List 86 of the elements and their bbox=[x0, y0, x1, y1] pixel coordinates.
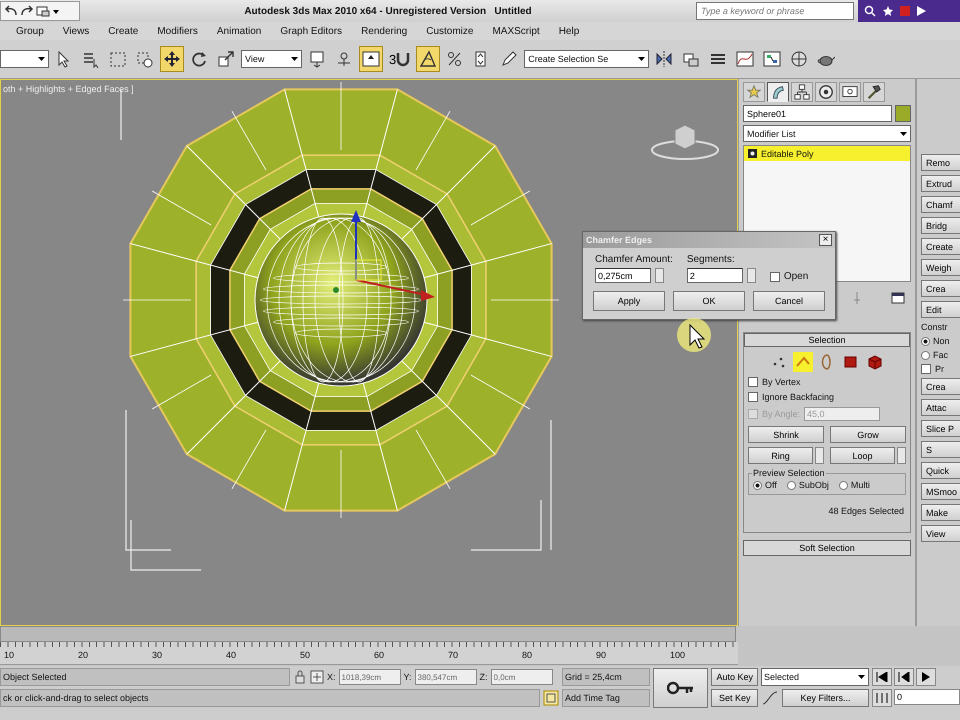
dialog-button[interactable]: Apply bbox=[593, 291, 665, 311]
z-coordinate-field[interactable]: 0,0cm bbox=[490, 669, 553, 685]
panel-button[interactable]: Edit bbox=[921, 301, 960, 318]
x-coordinate-field[interactable]: 1018,39cm bbox=[338, 669, 401, 685]
checkbox-label: Ignore Backfacing bbox=[762, 392, 834, 402]
y-coordinate-field[interactable]: 380,547cm bbox=[414, 669, 477, 685]
set-key-button[interactable]: Set Key bbox=[711, 689, 758, 707]
toolbar-dropdown[interactable]: View bbox=[241, 50, 302, 68]
selection-button[interactable]: Grow bbox=[830, 426, 906, 443]
panel-button[interactable]: View bbox=[921, 525, 960, 542]
field-label: Segments: bbox=[686, 254, 736, 265]
panel-button[interactable]: Slice P bbox=[921, 420, 960, 437]
frame-tick-label: 30 bbox=[151, 649, 164, 662]
input-field[interactable]: 0,275cm bbox=[595, 268, 651, 283]
frame-tick-label: 70 bbox=[447, 649, 460, 662]
menu-item[interactable]: Rendering bbox=[351, 26, 416, 36]
menu-item[interactable]: Create bbox=[98, 26, 148, 36]
panel-button[interactable]: Crea bbox=[921, 280, 960, 297]
frame-tick-label: 80 bbox=[521, 649, 534, 662]
object-name-field[interactable]: Sphere01 bbox=[743, 105, 892, 122]
current-frame-field[interactable]: 0 bbox=[894, 689, 960, 705]
modifier-list-dropdown[interactable]: Modifier List bbox=[743, 125, 911, 142]
close-button[interactable]: × bbox=[819, 234, 832, 246]
checkbox-label: Pr bbox=[935, 364, 944, 374]
dialog-button[interactable]: OK bbox=[673, 291, 745, 311]
panel-button[interactable]: Create bbox=[921, 238, 960, 255]
selection-button[interactable]: Shrink bbox=[748, 426, 824, 443]
coordinate-label: X: bbox=[327, 672, 336, 682]
add-time-tag[interactable]: Add Time Tag bbox=[562, 689, 650, 707]
group-title: Preview Selection bbox=[752, 468, 826, 478]
panel-button[interactable]: Extrud bbox=[921, 175, 960, 192]
toolbar-button[interactable]: 3 bbox=[386, 46, 414, 72]
radio-label: Multi bbox=[850, 480, 870, 490]
frame-tick-label: 10 bbox=[3, 649, 16, 662]
frame-tick-label: 60 bbox=[373, 649, 386, 662]
selection-status: Object Selected bbox=[0, 668, 290, 686]
coordinate-label: Z: bbox=[480, 672, 488, 682]
panel-button[interactable]: Bridg bbox=[921, 217, 960, 234]
radio-label: Non bbox=[933, 336, 950, 346]
dialog-button[interactable]: Cancel bbox=[753, 291, 825, 311]
field-label: Chamfer Amount: bbox=[595, 254, 673, 265]
key-filters-button[interactable]: Key Filters... bbox=[782, 689, 869, 707]
selection-button[interactable]: Ring bbox=[748, 447, 813, 464]
rollout-header[interactable]: Soft Selection bbox=[743, 540, 911, 556]
panel-button[interactable]: Attac bbox=[921, 399, 960, 416]
frame-tick-label: 100 bbox=[669, 649, 686, 662]
menu-item[interactable]: Modifiers bbox=[147, 26, 207, 36]
rollout-header[interactable]: Selection bbox=[744, 333, 910, 347]
panel-button[interactable]: Quick bbox=[921, 462, 960, 479]
search-field[interactable]: Type a keyword or phrase bbox=[696, 2, 854, 20]
frame-tick-label: 20 bbox=[77, 649, 90, 662]
panel-button[interactable]: Make bbox=[921, 504, 960, 521]
menu-item[interactable]: Help bbox=[548, 26, 588, 36]
panel-button[interactable]: MSmoo bbox=[921, 483, 960, 500]
stack-item[interactable]: Editable Poly bbox=[744, 146, 910, 161]
checkbox-label: By Vertex bbox=[762, 377, 801, 387]
radio-label: SubObj bbox=[798, 480, 829, 490]
menu-item[interactable]: Customize bbox=[416, 26, 482, 36]
timeline-ruler[interactable]: 10 20 30 40 50 60 70 80 90 100 bbox=[0, 642, 738, 665]
radio-label: Fac bbox=[933, 350, 948, 360]
key-mode-dropdown[interactable]: Selected bbox=[761, 668, 869, 686]
dialog-title: Chamfer Edges bbox=[586, 235, 652, 245]
menu-item[interactable]: Group bbox=[6, 26, 53, 36]
panel-button[interactable]: S bbox=[921, 441, 960, 458]
panel-button[interactable]: Chamf bbox=[921, 196, 960, 213]
selection-status: 48 Edges Selected bbox=[827, 505, 905, 518]
radio-label: Off bbox=[765, 480, 777, 490]
toolbar-dropdown[interactable]: Create Selection Se bbox=[524, 50, 650, 68]
menu-item[interactable]: Views bbox=[52, 26, 98, 36]
menu-item[interactable]: Animation bbox=[206, 26, 270, 36]
menu-item[interactable]: MAXScript bbox=[482, 26, 549, 36]
auto-key-button[interactable]: Auto Key bbox=[711, 668, 758, 686]
panel-button[interactable]: Remo bbox=[921, 154, 960, 171]
input-field[interactable]: 2 bbox=[686, 268, 743, 283]
grid-spacing: Grid = 25,4cm bbox=[562, 668, 650, 686]
frame-tick-label: 40 bbox=[225, 649, 238, 662]
frame-tick-label: 90 bbox=[595, 649, 608, 662]
checkbox-label: Open bbox=[784, 271, 808, 282]
menu-item[interactable]: Graph Editors bbox=[270, 26, 352, 36]
frame-tick-label: 50 bbox=[299, 649, 312, 662]
window-title: Autodesk 3ds Max 2010 x64 - Unregistered Version Untitled bbox=[243, 6, 533, 16]
selection-button[interactable]: Loop bbox=[830, 447, 895, 464]
panel-button[interactable]: Crea bbox=[921, 378, 960, 395]
coordinate-label: Y: bbox=[404, 672, 412, 682]
panel-button[interactable]: Weigh bbox=[921, 259, 960, 276]
group-title: Constr bbox=[921, 322, 949, 332]
